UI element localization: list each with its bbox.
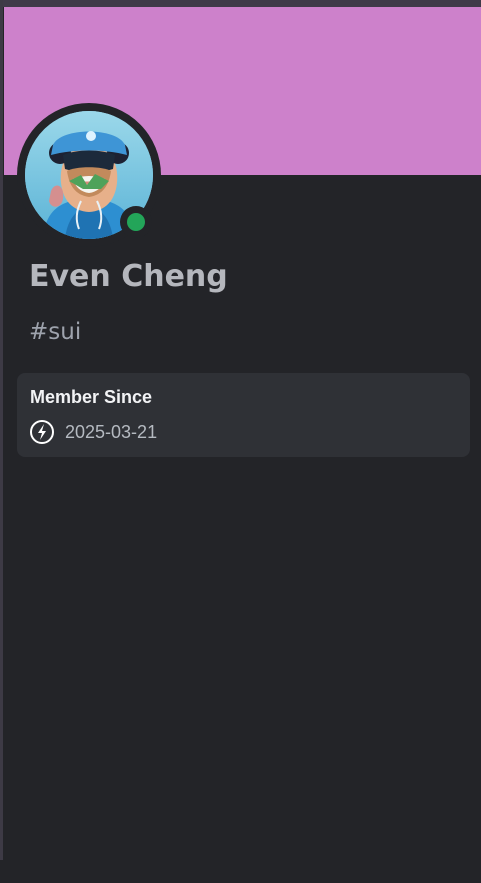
member-since-row: 2025-03-21 xyxy=(29,419,157,445)
online-status-icon xyxy=(127,213,145,231)
left-divider xyxy=(0,0,3,860)
member-since-panel: Member Since 2025-03-21 xyxy=(17,373,470,457)
profile-card: Even Cheng #sui Member Since 2025-03-21 xyxy=(4,7,481,860)
display-name: Even Cheng xyxy=(29,259,228,294)
window-top-strip xyxy=(0,0,481,7)
username: #sui xyxy=(29,319,82,345)
member-since-date: 2025-03-21 xyxy=(65,421,158,442)
status-indicator xyxy=(120,206,152,238)
avatar-ring xyxy=(17,103,161,247)
member-since-title: Member Since xyxy=(30,387,153,407)
bottom-strip xyxy=(0,860,481,883)
discord-badge-icon xyxy=(30,420,54,444)
profile-popout: Even Cheng #sui Member Since 2025-03-21 xyxy=(0,0,481,883)
